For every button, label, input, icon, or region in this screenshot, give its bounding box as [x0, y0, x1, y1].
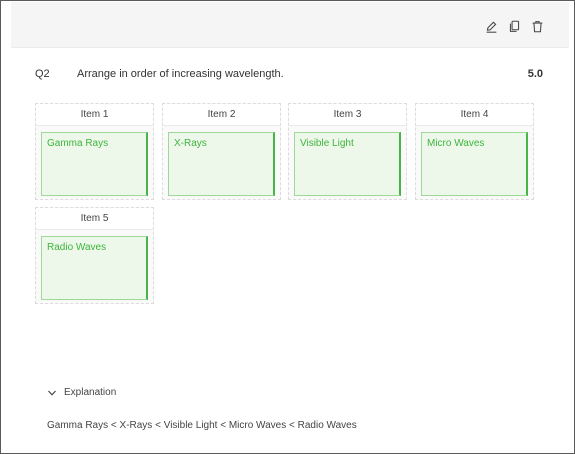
copy-icon[interactable] — [506, 18, 522, 34]
item-slot-2: Item 2 X-Rays — [162, 103, 281, 200]
explanation-toggle[interactable]: Explanation — [47, 387, 116, 398]
item-label: Item 4 — [416, 104, 533, 126]
question-text: Arrange in order of increasing wavelengt… — [77, 68, 284, 80]
question-toolbar — [11, 2, 569, 48]
item-label: Item 3 — [289, 104, 406, 126]
item-label: Item 5 — [36, 208, 153, 230]
answer-card[interactable]: X-Rays — [168, 132, 275, 196]
item-slot-3: Item 3 Visible Light — [288, 103, 407, 200]
item-slot-5: Item 5 Radio Waves — [35, 207, 154, 304]
edit-icon[interactable] — [483, 18, 499, 34]
chevron-down-icon — [48, 390, 56, 396]
answer-card[interactable]: Visible Light — [294, 132, 401, 196]
answer-card[interactable]: Gamma Rays — [41, 132, 148, 196]
item-slot-4: Item 4 Micro Waves — [415, 103, 534, 200]
item-label: Item 1 — [36, 104, 153, 126]
question-card: Q2 Arrange in order of increasing wavele… — [0, 0, 575, 454]
item-slot-1: Item 1 Gamma Rays — [35, 103, 154, 200]
trash-icon[interactable] — [529, 18, 545, 34]
question-score: 5.0 — [527, 68, 543, 80]
item-label: Item 2 — [163, 104, 280, 126]
answer-card[interactable]: Micro Waves — [421, 132, 528, 196]
explanation-label: Explanation — [64, 387, 117, 398]
answer-card[interactable]: Radio Waves — [41, 236, 148, 300]
question-number: Q2 — [35, 68, 50, 80]
explanation-text: Gamma Rays < X-Rays < Visible Light < Mi… — [47, 420, 357, 431]
